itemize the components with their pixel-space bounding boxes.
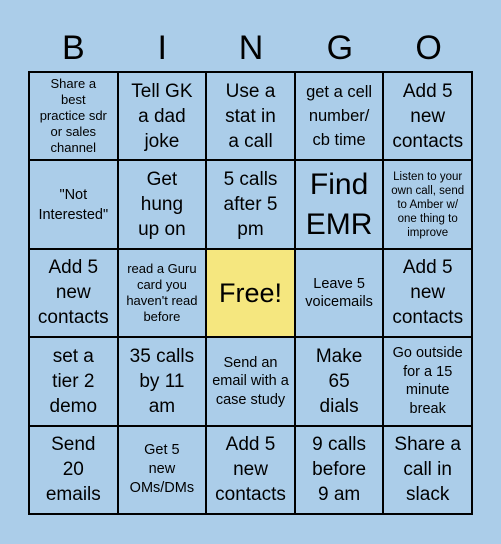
bingo-cell-r5-c5[interactable]: Share a call in slack bbox=[384, 426, 471, 513]
cell-text: Add 5 new contacts bbox=[215, 434, 286, 506]
cell-text: read a Guru card you haven't read before bbox=[126, 260, 198, 324]
cell-text: set a tier 2 demo bbox=[49, 345, 98, 417]
bingo-cell-r2-c3[interactable]: 5 calls after 5 pm bbox=[207, 161, 294, 248]
cell-text: Share a best practice sdr or sales chann… bbox=[39, 76, 107, 156]
cell-text: 9 calls before 9 am bbox=[312, 434, 367, 506]
bingo-cell-r5-c3[interactable]: Add 5 new contacts bbox=[207, 426, 294, 513]
bingo-cell-r1-c3[interactable]: Use a stat in a call bbox=[207, 73, 294, 160]
bingo-board: Share a best practice sdr or sales chann… bbox=[28, 71, 473, 515]
cell-text: get a cell number/ cb time bbox=[306, 83, 373, 150]
bingo-cell-r2-c2[interactable]: Get hung up on bbox=[118, 161, 206, 248]
header-letter-b: B bbox=[62, 29, 85, 67]
cell-text: Free! bbox=[218, 277, 282, 308]
cell-text: Listen to your own call, send to Amber w… bbox=[391, 170, 465, 239]
bingo-header: B I N G O bbox=[29, 28, 473, 68]
bingo-cell-r1-c1[interactable]: Share a best practice sdr or sales chann… bbox=[30, 73, 117, 160]
bingo-cell-r1-c2[interactable]: Tell GK a dad joke bbox=[118, 73, 206, 160]
bingo-cell-r3-c5[interactable]: Add 5 new contacts bbox=[384, 249, 471, 337]
cell-text: Get 5 new OMs/DMs bbox=[129, 442, 195, 497]
bingo-cell-r5-c1[interactable]: Send 20 emails bbox=[30, 426, 117, 513]
cell-text: 5 calls after 5 pm bbox=[223, 169, 278, 241]
cell-text: Make 65 dials bbox=[315, 345, 363, 417]
cell-text: "Not Interested" bbox=[38, 186, 109, 223]
cell-text: Share a call in slack bbox=[394, 434, 461, 506]
cell-text: Use a stat in a call bbox=[225, 80, 276, 152]
header-letter-o: O bbox=[415, 29, 442, 67]
cell-text: Add 5 new contacts bbox=[392, 257, 464, 329]
cell-text: Tell GK a dad joke bbox=[131, 80, 193, 152]
cell-text: Get hung up on bbox=[138, 169, 186, 241]
bingo-cell-r3-c4[interactable]: Leave 5 voicemails bbox=[295, 249, 383, 337]
bingo-cell-r5-c4[interactable]: 9 calls before 9 am bbox=[295, 426, 383, 513]
bingo-cell-r3-c2[interactable]: read a Guru card you haven't read before bbox=[118, 249, 206, 337]
bingo-cell-free[interactable]: Free! bbox=[207, 249, 294, 337]
bingo-cell-r2-c5[interactable]: Listen to your own call, send to Amber w… bbox=[384, 161, 471, 248]
bingo-cell-r5-c2[interactable]: Get 5 new OMs/DMs bbox=[118, 426, 206, 513]
bingo-cell-r4-c5[interactable]: Go outside for a 15 minute break bbox=[384, 338, 471, 425]
bingo-cell-r1-c4[interactable]: get a cell number/ cb time bbox=[295, 73, 383, 160]
bingo-cell-r4-c2[interactable]: 35 calls by 11 am bbox=[118, 338, 206, 425]
bingo-cell-r2-c1[interactable]: "Not Interested" bbox=[30, 161, 117, 248]
bingo-cell-r2-c4[interactable]: Find EMR bbox=[295, 161, 383, 248]
bingo-cell-r3-c1[interactable]: Add 5 new contacts bbox=[30, 249, 117, 337]
bingo-cell-r4-c4[interactable]: Make 65 dials bbox=[295, 338, 383, 425]
cell-text: Add 5 new contacts bbox=[392, 80, 464, 152]
header-letter-g: G bbox=[326, 29, 354, 67]
cell-text: Leave 5 voicemails bbox=[305, 275, 373, 310]
header-letter-i: I bbox=[157, 29, 167, 67]
cell-text: Send 20 emails bbox=[45, 434, 101, 506]
header-letter-n: N bbox=[238, 29, 264, 67]
cell-text: Add 5 new contacts bbox=[37, 257, 109, 329]
cell-text: Find EMR bbox=[305, 167, 373, 241]
bingo-cell-r4-c3[interactable]: Send an email with a case study bbox=[207, 338, 294, 425]
bingo-cell-r1-c5[interactable]: Add 5 new contacts bbox=[384, 73, 471, 160]
bingo-cell-r4-c1[interactable]: set a tier 2 demo bbox=[30, 338, 117, 425]
cell-text: 35 calls by 11 am bbox=[129, 345, 195, 417]
cell-text: Go outside for a 15 minute break bbox=[392, 345, 463, 417]
cell-text: Send an email with a case study bbox=[212, 354, 289, 408]
